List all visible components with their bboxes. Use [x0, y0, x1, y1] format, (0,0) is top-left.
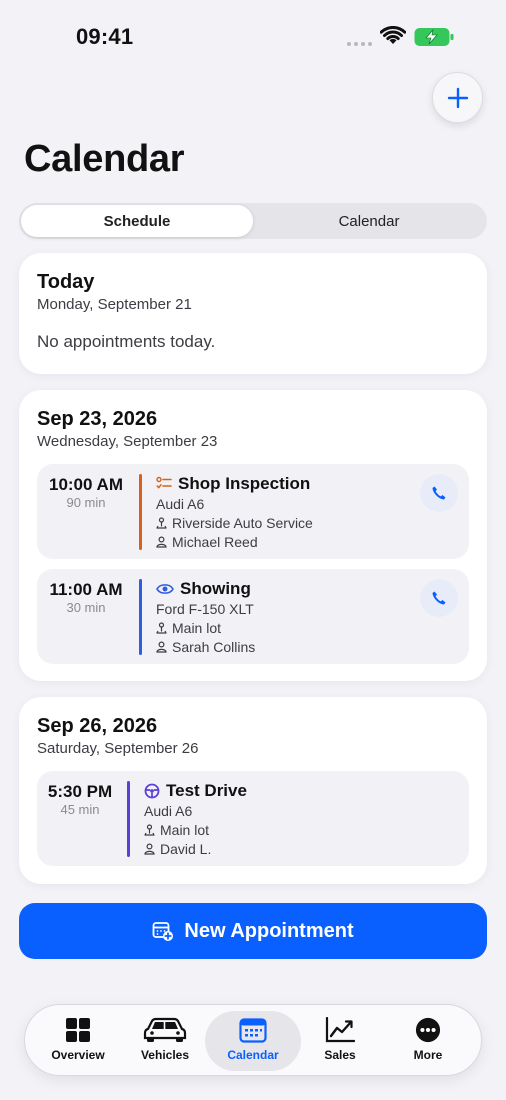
status-time: 09:41 [76, 24, 134, 49]
location-pin-icon [156, 622, 167, 634]
segment-schedule[interactable]: Schedule [21, 205, 253, 237]
location-name: Riverside Auto Service [172, 515, 313, 531]
status-bar: 09:41 [0, 0, 506, 70]
grid-icon [66, 1018, 90, 1042]
day-subtitle: Monday, September 21 [37, 296, 192, 313]
appointment-person: Sarah Collins [156, 639, 255, 655]
person-icon [156, 641, 167, 653]
appointment-color-bar [139, 474, 142, 550]
vehicle-name: Audi A6 [144, 803, 193, 819]
person-icon [144, 843, 155, 855]
car-icon [143, 1017, 187, 1042]
appointment-item[interactable]: 11:00 AM 30 min Showing Ford F-150 XLT M… [37, 569, 469, 664]
chart-icon [325, 1017, 355, 1043]
vehicle-name: Ford F-150 XLT [156, 601, 254, 617]
tab-label: Vehicles [140, 1048, 190, 1062]
appointment-color-bar [139, 579, 142, 655]
appointment-location: Main lot [156, 620, 221, 636]
appointment-item[interactable]: 5:30 PM 45 min Test Drive Audi A6 Main l… [37, 771, 469, 866]
person-name: Michael Reed [172, 534, 258, 550]
day-card-sep-23: Sep 23, 2026 Wednesday, September 23 10:… [19, 390, 487, 681]
phone-icon [432, 486, 446, 500]
tab-label: More [413, 1048, 443, 1062]
empty-state-text: No appointments today. [37, 332, 216, 351]
add-button[interactable] [432, 72, 483, 123]
day-subtitle: Saturday, September 26 [37, 740, 199, 757]
day-title: Sep 23, 2026 [37, 408, 158, 430]
day-card-sep-26: Sep 26, 2026 Saturday, September 26 5:30… [19, 697, 487, 884]
appointment-header: Test Drive [144, 781, 247, 801]
appointment-color-bar [127, 781, 130, 857]
calendar-add-icon [152, 922, 174, 941]
ellipsis-icon [415, 1017, 441, 1043]
calendar-icon [239, 1018, 267, 1043]
appointment-location: Main lot [144, 822, 209, 838]
tab-label: Calendar [227, 1048, 279, 1062]
call-button[interactable] [420, 579, 458, 617]
appointment-duration: 90 min [66, 495, 106, 510]
tab-more[interactable]: More [385, 1011, 471, 1071]
eye-icon [156, 584, 174, 594]
day-card-today: Today Monday, September 21 No appointmen… [19, 253, 487, 374]
tab-label: Overview [51, 1048, 105, 1062]
appointment-person: Michael Reed [156, 534, 258, 550]
segment-calendar[interactable]: Calendar [253, 205, 485, 237]
appointment-vehicle: Ford F-150 XLT [156, 601, 254, 617]
new-appointment-button[interactable]: New Appointment [19, 903, 487, 959]
appointment-type: Test Drive [166, 781, 247, 800]
location-pin-icon [144, 824, 155, 836]
view-segmented-control: Schedule Calendar [19, 203, 487, 239]
day-title: Today [37, 271, 95, 293]
appointment-time: 11:00 AM [49, 580, 123, 599]
call-button[interactable] [420, 474, 458, 512]
person-icon [156, 536, 167, 548]
appointment-location: Riverside Auto Service [156, 515, 313, 531]
vehicle-name: Audi A6 [156, 496, 205, 512]
plus-icon [447, 87, 468, 108]
appointment-header: Shop Inspection [156, 474, 310, 494]
tab-overview[interactable]: Overview [35, 1011, 121, 1071]
checklist-icon [156, 476, 172, 489]
appointment-vehicle: Audi A6 [156, 496, 204, 512]
appointment-item[interactable]: 10:00 AM 90 min Shop Inspection Audi A6 … [37, 464, 469, 559]
appointment-time: 5:30 PM [47, 782, 113, 801]
person-name: Sarah Collins [172, 639, 256, 655]
steering-wheel-icon [144, 783, 160, 799]
person-name: David L. [160, 841, 212, 857]
location-pin-icon [156, 517, 167, 529]
appointment-type: Showing [180, 579, 251, 598]
appointment-duration: 45 min [60, 802, 100, 817]
phone-icon [432, 591, 446, 605]
appointment-person: David L. [144, 841, 211, 857]
appointment-vehicle: Audi A6 [144, 803, 192, 819]
tab-label: Sales [324, 1048, 356, 1062]
new-appointment-label: New Appointment [184, 919, 354, 942]
tab-bar: Overview Vehicles Calendar Sales More [24, 1004, 482, 1076]
tab-sales[interactable]: Sales [297, 1011, 383, 1071]
tab-calendar[interactable]: Calendar [205, 1011, 301, 1071]
appointment-duration: 30 min [66, 600, 106, 615]
appointment-time: 10:00 AM [48, 475, 123, 494]
appointment-type: Shop Inspection [178, 474, 311, 493]
page-title: Calendar [24, 138, 185, 180]
location-name: Main lot [172, 620, 222, 636]
day-title: Sep 26, 2026 [37, 715, 158, 737]
appointment-header: Showing [156, 579, 251, 599]
tab-vehicles[interactable]: Vehicles [122, 1011, 208, 1071]
wifi-icon [380, 26, 406, 44]
battery-icon [414, 28, 454, 46]
day-subtitle: Wednesday, September 23 [37, 433, 218, 450]
signal-icon [347, 42, 372, 46]
location-name: Main lot [160, 822, 210, 838]
